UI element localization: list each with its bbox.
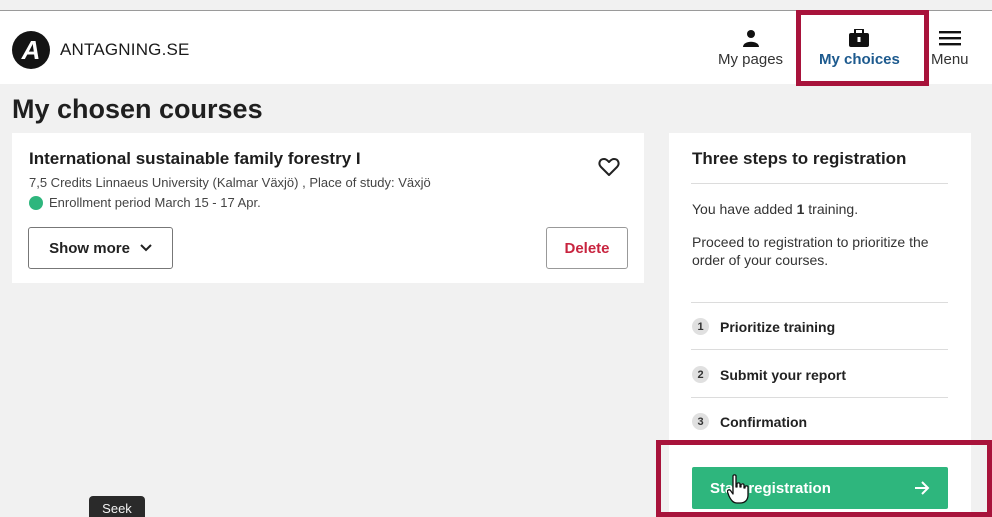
added-suffix: training.: [804, 201, 859, 217]
hamburger-icon: [938, 31, 961, 46]
chevron-down-icon: [140, 244, 152, 252]
logo-a-icon: A: [12, 31, 50, 69]
briefcase-icon: [849, 29, 870, 47]
delete-button[interactable]: Delete: [546, 227, 628, 269]
nav-my-pages-label: My pages: [718, 51, 784, 68]
step-submit: 2 Submit your report: [692, 366, 846, 383]
divider: [691, 183, 948, 184]
status-dot-icon: [29, 195, 43, 210]
step-label: Submit your report: [720, 366, 847, 383]
person-icon: [742, 30, 759, 47]
course-title[interactable]: International sustainable family forestr…: [29, 149, 361, 169]
hand-pointer-icon: [727, 474, 749, 504]
seek-tooltip: Seek: [89, 496, 145, 517]
step-number: 1: [692, 318, 709, 335]
nav-my-choices[interactable]: My choices: [819, 29, 900, 68]
divider: [691, 302, 948, 303]
step-label: Prioritize training: [720, 318, 836, 335]
site-logo[interactable]: A ANTAGNING.SE: [12, 31, 190, 69]
nav-my-choices-label: My choices: [819, 51, 900, 68]
nav-menu[interactable]: Menu: [931, 29, 969, 68]
registration-panel: Three steps to registration You have add…: [669, 133, 971, 517]
arrow-right-icon: [915, 481, 930, 495]
step-prioritize: 1 Prioritize training: [692, 318, 835, 335]
logo-text: ANTAGNING.SE: [60, 40, 190, 59]
favorite-button[interactable]: [598, 157, 620, 182]
step-label: Confirmation: [720, 413, 808, 430]
show-more-label: Show more: [49, 239, 130, 257]
show-more-button[interactable]: Show more: [28, 227, 173, 269]
step-confirmation: 3 Confirmation: [692, 413, 807, 430]
added-count-text: You have added 1 training.: [692, 201, 858, 217]
course-card: International sustainable family forestr…: [12, 133, 644, 283]
nav-menu-label: Menu: [931, 51, 969, 68]
page-title: My chosen courses: [12, 94, 263, 124]
heart-icon: [598, 158, 620, 176]
step-number: 3: [692, 413, 709, 430]
enrollment-status: Enrollment period March 15 - 17 Apr.: [29, 195, 261, 210]
site-header: A ANTAGNING.SE My pages My choices Menu: [0, 10, 992, 84]
proceed-text: Proceed to registration to prioritize th…: [692, 234, 929, 268]
nav-my-pages[interactable]: My pages: [718, 29, 783, 68]
enrollment-period: Enrollment period March 15 - 17 Apr.: [49, 195, 261, 210]
step-number: 2: [692, 366, 709, 383]
divider: [691, 349, 948, 350]
added-prefix: You have added: [692, 201, 797, 217]
registration-title: Three steps to registration: [692, 149, 907, 168]
course-meta: 7,5 Credits Linnaeus University (Kalmar …: [29, 175, 431, 190]
divider: [691, 397, 948, 398]
